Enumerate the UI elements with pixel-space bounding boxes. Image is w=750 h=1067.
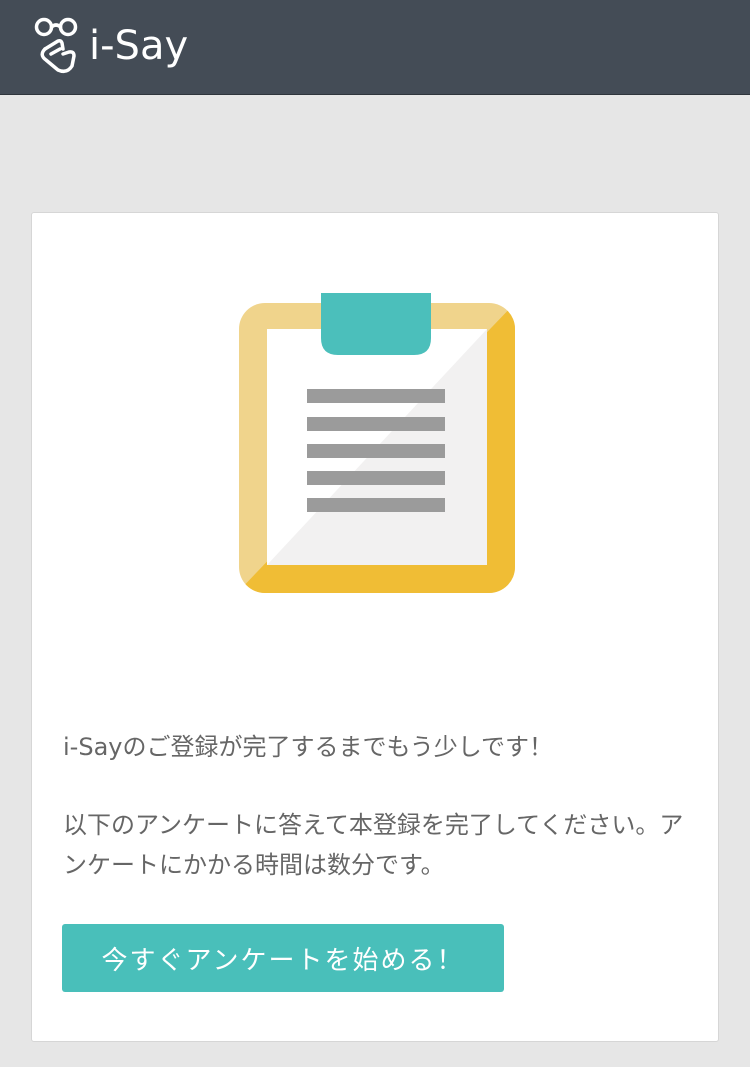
- start-survey-button[interactable]: 今すぐアンケートを始める！: [62, 924, 504, 992]
- survey-instruction-message: 以下のアンケートに答えて本登録を完了してください。アンケートにかかる時間は数分で…: [63, 811, 684, 879]
- brand-name: i-Say: [89, 23, 189, 69]
- registration-card: i-Sayのご登録が完了するまでもう少しです！ 以下のアンケートに答えて本登録を…: [31, 212, 719, 1042]
- registration-pending-message: i-Sayのご登録が完了するまでもう少しです！: [63, 733, 554, 761]
- clipboard-icon: [239, 293, 515, 593]
- glasses-hand-icon: [34, 17, 78, 74]
- app-header: i-Say: [0, 0, 750, 95]
